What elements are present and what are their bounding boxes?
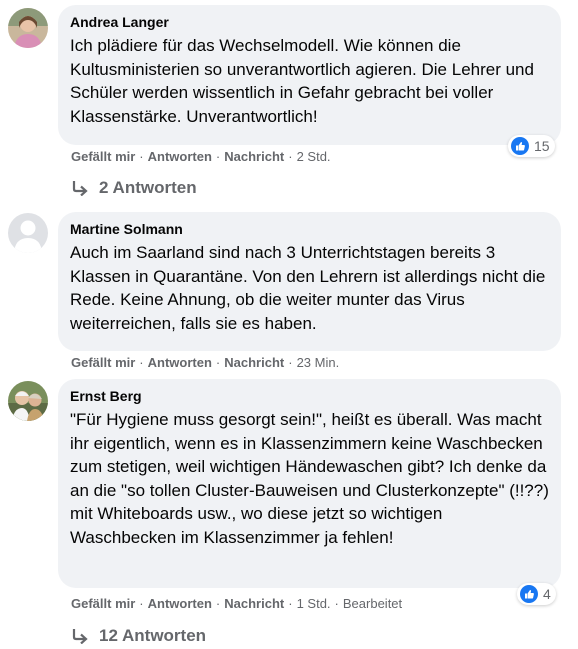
comment-timestamp[interactable]: 1 Std. — [297, 596, 331, 611]
comment-actions: Gefällt mir · Antworten · Nachricht · 23 Min. — [71, 355, 340, 370]
reply-link[interactable]: Antworten — [148, 596, 212, 611]
comment-author[interactable]: Andrea Langer — [70, 13, 549, 31]
comment-text: Auch im Saarland sind nach 3 Unterrichts… — [70, 243, 546, 333]
comment-actions: Gefällt mir · Antworten · Nachricht · 1 Std. · B… — [71, 596, 403, 611]
message-link[interactable]: Nachricht — [224, 149, 284, 164]
default-avatar-icon — [8, 213, 48, 253]
comment-bubble: Ernst Berg "Für Hygiene muss gesorgt sei… — [58, 379, 561, 588]
replies-count-label: 12 Antworten — [99, 626, 207, 645]
view-replies-link[interactable]: 12 Antworten — [71, 625, 206, 647]
view-replies-link[interactable]: 2 Antworten — [71, 177, 197, 199]
like-thumbs-up-icon — [511, 137, 529, 155]
comment-bubble: Andrea Langer Ich plädiere für das Wechs… — [58, 5, 561, 145]
avatar-photo-icon — [8, 381, 48, 421]
reaction-count: 4 — [543, 586, 551, 602]
reaction-summary[interactable]: 4 — [517, 583, 556, 605]
reaction-count: 15 — [534, 138, 550, 154]
reply-link[interactable]: Antworten — [148, 149, 212, 164]
message-link[interactable]: Nachricht — [224, 596, 284, 611]
edited-label[interactable]: Bearbeitet — [343, 596, 402, 611]
comment-author[interactable]: Martine Solmann — [70, 220, 549, 238]
message-link[interactable]: Nachricht — [224, 355, 284, 370]
replies-count-label: 2 Antworten — [99, 178, 197, 197]
like-link[interactable]: Gefällt mir — [71, 355, 135, 370]
comment-text: Ich plädiere für das Wechselmodell. Wie … — [70, 36, 534, 126]
avatar[interactable] — [8, 8, 48, 48]
avatar[interactable] — [8, 213, 48, 253]
avatar-photo-icon — [8, 8, 48, 48]
reply-arrow-icon — [71, 180, 89, 196]
like-link[interactable]: Gefällt mir — [71, 149, 135, 164]
avatar[interactable] — [8, 381, 48, 421]
reply-link[interactable]: Antworten — [148, 355, 212, 370]
reply-arrow-icon — [71, 628, 89, 644]
comment-author[interactable]: Ernst Berg — [70, 387, 549, 405]
comment-timestamp[interactable]: 2 Std. — [297, 149, 331, 164]
comment-actions: Gefällt mir · Antworten · Nachricht · 2 Std. — [71, 149, 331, 164]
comment-bubble: Martine Solmann Auch im Saarland sind na… — [58, 212, 561, 351]
comment-text: "Für Hygiene muss gesorgt sein!", heißt … — [70, 410, 549, 547]
reaction-summary[interactable]: 15 — [508, 135, 555, 157]
like-link[interactable]: Gefällt mir — [71, 596, 135, 611]
like-thumbs-up-icon — [520, 585, 538, 603]
comment-timestamp[interactable]: 23 Min. — [297, 355, 340, 370]
